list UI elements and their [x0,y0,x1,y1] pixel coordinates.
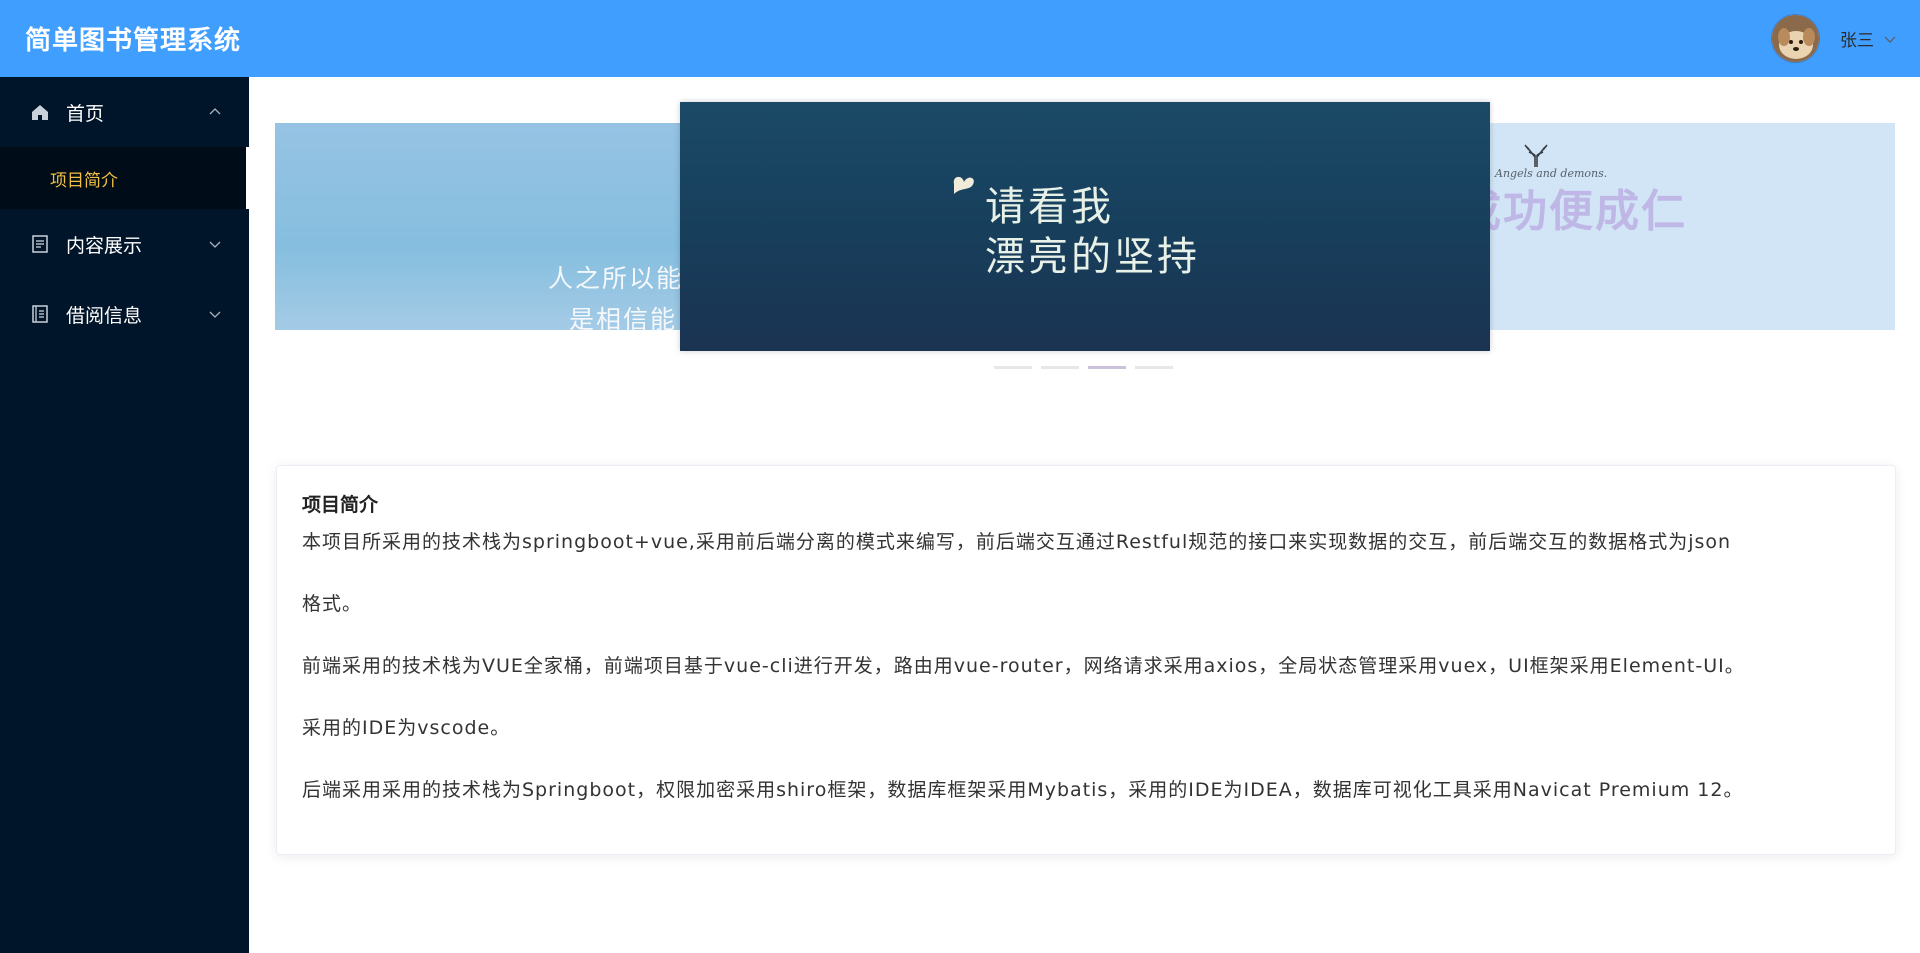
home-icon [32,105,48,120]
carousel-indicator-active[interactable] [1088,366,1126,369]
sidebar-item-borrow[interactable]: 借阅信息 [0,279,249,349]
intro-card: 项目简介 本项目所采用的技术栈为springboot+vue,采用前后端分离的模… [276,465,1896,855]
sidebar-item-label: 首页 [66,102,105,125]
intro-paragraph: 采用的IDE为vscode。 [302,717,511,739]
carousel-indicator[interactable] [1135,366,1173,369]
sidebar-subitem-label: 项目简介 [50,170,118,191]
slide-caption-line: 漂亮的坚持 [985,234,1200,280]
intro-paragraph: 本项目所采用的技术栈为springboot+vue,采用前后端分离的模式来编写，… [302,531,1732,553]
carousel-slide-next[interactable]: Angels and demons. 成功便成仁 [1465,123,1895,330]
intro-paragraph: 后端采用采用的技术栈为Springboot，权限加密采用shiro框架，数据库框… [302,779,1744,801]
carousel-indicator[interactable] [1041,366,1079,369]
carousel-indicator[interactable] [994,366,1032,369]
sidebar-item-home[interactable]: 首页 [0,77,249,147]
chevron-up-icon [209,108,221,115]
sidebar-item-content[interactable]: 内容展示 [0,209,249,279]
carousel-slide-prev[interactable]: 人之所以能 是相信能 [275,123,695,330]
antlers-icon [1524,144,1548,167]
main-content: 人之所以能 是相信能 Angels and demons. 成功便成仁 请看我 … [249,77,1920,953]
carousel-indicators [994,366,1173,369]
intro-paragraph: 格式。 [302,593,363,615]
chevron-down-icon [209,241,221,248]
slide-caption-cn: 成功便成仁 [1465,186,1687,237]
top-header: 简单图书管理系统 张三 [0,0,1920,77]
carousel-slide-active[interactable]: 请看我 漂亮的坚持 [680,102,1490,351]
image-carousel[interactable]: 人之所以能 是相信能 Angels and demons. 成功便成仁 请看我 … [275,102,1895,372]
sidebar-item-label: 借阅信息 [66,304,143,327]
user-menu[interactable]: 张三 [1771,14,1898,63]
notebook-icon [32,305,48,323]
sidebar-subitem-intro[interactable]: 项目简介 [0,147,249,209]
sidebar: 首页 项目简介 内容展示 借阅信息 [0,77,249,953]
slide-caption-line: 是相信能 [568,305,677,330]
chevron-down-icon[interactable] [1882,31,1898,47]
intro-paragraph: 前端采用的技术栈为VUE全家桶，前端项目基于vue-cli进行开发，路由用vue… [302,655,1745,677]
app-title: 简单图书管理系统 [25,26,242,56]
heart-leaf-icon [953,176,974,194]
document-icon [32,235,48,253]
user-avatar[interactable] [1771,14,1820,63]
slide-caption-line: 人之所以能 [547,264,683,293]
sidebar-item-label: 内容展示 [66,234,143,257]
dog-avatar-icon [1772,15,1819,62]
user-name[interactable]: 张三 [1840,26,1874,51]
chevron-down-icon [209,311,221,318]
